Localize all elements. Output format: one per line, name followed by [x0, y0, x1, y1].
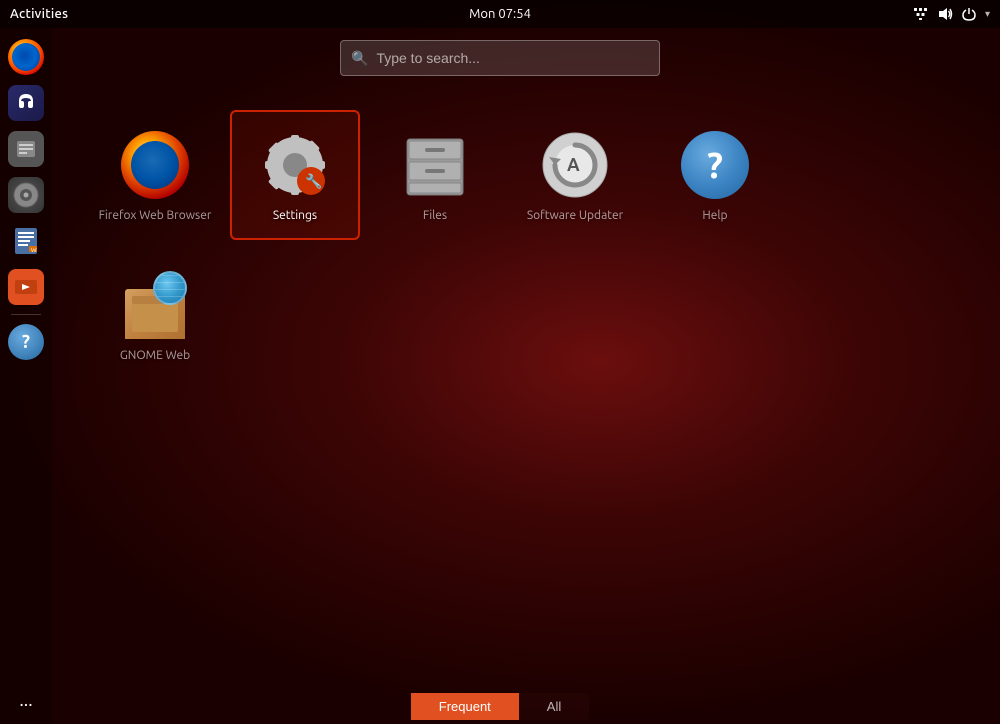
sidebar-item-files[interactable]: [5, 128, 47, 170]
globe-icon-wrapper: [119, 269, 191, 341]
sidebar-item-firefox[interactable]: [5, 36, 47, 78]
help-icon-wrapper: ?: [679, 129, 751, 201]
updater-label: Software Updater: [527, 209, 623, 222]
firefox-label: Firefox Web Browser: [99, 209, 212, 222]
search-icon: 🔍: [351, 50, 368, 67]
app-item-help[interactable]: ? Help: [650, 110, 780, 240]
settings-icon-wrapper: 🔧: [259, 129, 331, 201]
sidebar: W ? ···: [0, 28, 52, 724]
sidebar-item-disks[interactable]: [5, 174, 47, 216]
firefox-icon-wrapper: [119, 129, 191, 201]
settings-app-icon: 🔧: [261, 131, 329, 199]
files-icon-wrapper: [399, 129, 471, 201]
app-item-firefox[interactable]: Firefox Web Browser: [90, 110, 220, 240]
help-label: Help: [702, 209, 727, 222]
activities-button[interactable]: Activities: [10, 7, 68, 21]
globe-app-icon: [121, 271, 189, 339]
app-item-globe[interactable]: GNOME Web: [90, 250, 220, 380]
sidebar-item-headphones[interactable]: [5, 82, 47, 124]
network-icon[interactable]: [913, 6, 929, 22]
app-row-2: GNOME Web: [90, 250, 220, 380]
power-arrow-icon[interactable]: ▾: [985, 8, 990, 20]
globe-label: GNOME Web: [120, 349, 190, 362]
power-icon[interactable]: [961, 6, 977, 22]
app-row-1: Firefox Web Browser: [90, 110, 780, 240]
help-small-icon: ?: [8, 324, 44, 360]
search-bar[interactable]: 🔍: [340, 40, 660, 76]
sidebar-item-writer[interactable]: W: [5, 220, 47, 262]
app-item-updater[interactable]: A Software Updater: [510, 110, 640, 240]
svg-text:W: W: [31, 247, 37, 254]
software-icon: [8, 269, 44, 305]
settings-label: Settings: [273, 209, 317, 222]
app-grid: Firefox Web Browser: [60, 90, 1000, 684]
firefox-small-icon: [8, 39, 44, 75]
firefox-app-icon: [121, 131, 189, 199]
clock: Mon 07:54: [469, 7, 531, 21]
topbar: Activities Mon 07:54: [0, 0, 1000, 28]
svg-text:A: A: [567, 155, 580, 175]
bottom-tabs: Frequent All: [0, 688, 1000, 724]
files-small-icon: [8, 131, 44, 167]
sidebar-separator: [11, 314, 41, 315]
updater-icon-wrapper: A: [539, 129, 611, 201]
help-app-icon: ?: [681, 131, 749, 199]
tab-frequent[interactable]: Frequent: [411, 693, 519, 720]
sidebar-item-help[interactable]: ?: [5, 321, 47, 363]
writer-icon: W: [8, 223, 44, 259]
app-item-settings[interactable]: 🔧 Settings: [230, 110, 360, 240]
svg-text:🔧: 🔧: [305, 172, 322, 190]
search-input[interactable]: [376, 50, 649, 66]
system-tray: ▾: [913, 6, 990, 22]
disk-icon: [8, 177, 44, 213]
headphones-icon: [8, 85, 44, 121]
sidebar-item-software[interactable]: [5, 266, 47, 308]
volume-icon[interactable]: [937, 6, 953, 22]
files-label: Files: [423, 209, 447, 222]
tab-all[interactable]: All: [519, 693, 589, 720]
app-item-files[interactable]: Files: [370, 110, 500, 240]
